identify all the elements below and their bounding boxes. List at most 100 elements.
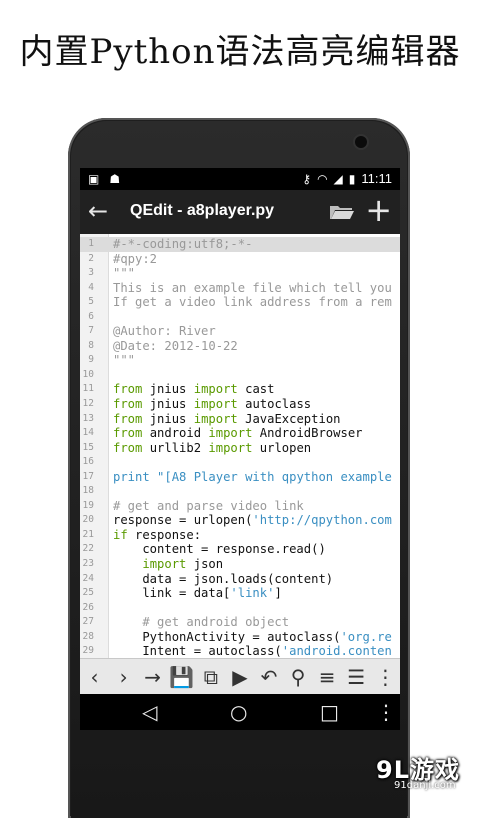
save-as-icon[interactable]: ⧉	[199, 665, 223, 689]
editor-toolbar: ‹ › → 💾 ⧉ ▶ ↶ ⚲ ≡ ☰ ⋮	[80, 658, 400, 695]
line-number: 28	[82, 630, 94, 642]
watermark-logo: 9L游戏 91danji.com	[372, 746, 472, 796]
code-text: """	[113, 266, 136, 281]
code-text: PythonActivity = autoclass('org.re	[113, 629, 392, 644]
code-text: from jnius import autoclass	[113, 397, 312, 412]
nav-home-icon[interactable]: ○	[230, 700, 247, 724]
line-number: 17	[82, 470, 94, 482]
code-text: content = response.read()	[113, 542, 326, 557]
code-line[interactable]: 14 from android import AndroidBrowser	[80, 426, 400, 441]
line-number: 23	[82, 558, 94, 570]
line-number: 26	[82, 601, 94, 613]
code-text: if response:	[113, 527, 202, 542]
save-icon[interactable]: 💾	[169, 665, 194, 689]
code-text: response = urlopen('http://qpython.com	[113, 513, 392, 528]
wifi-icon: ◠	[317, 172, 328, 186]
code-line[interactable]: 23 import json	[80, 557, 400, 572]
snippets-icon[interactable]: ☰	[344, 665, 368, 689]
undo-nav-left-icon[interactable]: ‹	[83, 665, 107, 689]
line-number: 6	[88, 310, 94, 322]
code-text: Intent = autoclass('android.conten	[113, 644, 392, 658]
line-number: 7	[88, 325, 94, 337]
code-line[interactable]: 17 print "[A8 Player with qpython example	[80, 470, 400, 485]
code-text: link = data['link']	[113, 586, 282, 601]
code-line[interactable]: 1 #-*-coding:utf8;-*-	[80, 237, 400, 252]
code-line[interactable]: 8 @Date: 2012-10-22	[80, 339, 400, 354]
line-number: 18	[82, 485, 94, 497]
code-line[interactable]: 11 from jnius import cast	[80, 382, 400, 397]
code-text: import json	[142, 557, 224, 572]
promo-title: 内置Python语法高亮编辑器	[19, 32, 461, 72]
code-text: #qpy:2	[113, 251, 158, 266]
code-line[interactable]: 20 response = urlopen('http://qpython.com	[80, 513, 400, 528]
code-line[interactable]: 4 This is an example file which tell you	[80, 281, 400, 296]
line-number: 15	[82, 441, 94, 453]
line-number: 2	[88, 252, 94, 264]
code-text: # get and parse video link	[113, 498, 304, 513]
line-number: 1	[88, 238, 94, 249]
code-line[interactable]: 13 from jnius import JavaException	[80, 412, 400, 427]
code-line[interactable]: 9 """	[80, 353, 400, 368]
undo-icon[interactable]: ↶	[257, 665, 281, 689]
run-icon[interactable]: ▶	[228, 665, 252, 689]
code-editor[interactable]: 1 #-*-coding:utf8;-*- 2 #qpy:2 3 """ 4 This is …	[80, 234, 400, 658]
code-line[interactable]: 22 content = response.read()	[80, 542, 400, 557]
nav-recents-icon[interactable]: □	[320, 700, 339, 724]
nav-right-icon[interactable]: ›	[112, 665, 136, 689]
nav-menu-icon[interactable]: ⋮	[376, 700, 396, 724]
code-text: If get a video link address from a rem	[113, 295, 392, 310]
status-bar: ▣ ☗ ⚷ ◠ ◢ ▮ 11:11	[80, 168, 400, 190]
code-line[interactable]: 16	[80, 455, 400, 470]
search-icon[interactable]: ⚲	[286, 665, 310, 689]
more-icon[interactable]: ⋮	[373, 665, 397, 689]
line-number: 13	[82, 412, 94, 424]
code-line[interactable]: 24 data = json.loads(content)	[80, 572, 400, 587]
line-number: 11	[82, 383, 94, 395]
code-lines: 1 #-*-coding:utf8;-*- 2 #qpy:2 3 """ 4 This is …	[80, 237, 400, 658]
line-number: 19	[82, 499, 94, 511]
code-text: from urllib2 import urlopen	[113, 440, 312, 455]
line-number: 10	[82, 368, 94, 380]
code-line[interactable]: 5 If get a video link address from a rem	[80, 295, 400, 310]
code-line[interactable]: 19 # get and parse video link	[80, 499, 400, 514]
line-number: 20	[82, 514, 94, 526]
battery-icon: ▮	[348, 172, 356, 186]
editor-title: QEdit - a8player.py	[130, 202, 275, 219]
back-arrow-icon[interactable]: ←	[88, 197, 108, 225]
status-clock: 11:11	[361, 171, 392, 186]
code-text: #-*-coding:utf8;-*-	[113, 237, 253, 251]
code-line[interactable]: 2 #qpy:2	[80, 252, 400, 267]
line-number: 9	[88, 354, 94, 366]
code-line[interactable]: 26	[80, 601, 400, 616]
code-line[interactable]: 28 PythonActivity = autoclass('org.re	[80, 630, 400, 645]
indent-icon[interactable]: ≡	[315, 665, 339, 689]
code-text: from jnius import JavaException	[113, 411, 341, 426]
code-line[interactable]: 6	[80, 310, 400, 325]
add-file-icon[interactable]: +	[365, 192, 392, 228]
code-line[interactable]: 25 link = data['link']	[80, 586, 400, 601]
image-notification-icon: ▣	[88, 172, 100, 186]
code-line[interactable]: 15 from urllib2 import urlopen	[80, 441, 400, 456]
code-line[interactable]: 3 """	[80, 266, 400, 281]
code-text: @Author: River	[113, 324, 216, 339]
line-number: 3	[88, 267, 94, 279]
code-line[interactable]: 10	[80, 368, 400, 383]
code-text: from android import AndroidBrowser	[113, 426, 363, 441]
folder-open-icon[interactable]	[329, 204, 355, 220]
signal-icon: ◢	[333, 172, 343, 186]
code-line[interactable]: 12 from jnius import autoclass	[80, 397, 400, 412]
goto-arrow-icon[interactable]: →	[141, 665, 165, 689]
code-line[interactable]: 7 @Author: River	[80, 324, 400, 339]
code-line[interactable]: 21 if response:	[80, 528, 400, 543]
line-number: 25	[82, 587, 94, 599]
code-text: @Date: 2012-10-22	[113, 338, 238, 353]
nav-back-icon[interactable]: ◁	[142, 700, 157, 724]
action-bar: ← QEdit - a8player.py +	[80, 190, 400, 234]
code-line[interactable]: 27 # get android object	[80, 615, 400, 630]
code-line[interactable]: 29 Intent = autoclass('android.conten	[80, 644, 400, 658]
code-text: print "[A8 Player with qpython example	[113, 469, 392, 484]
code-line[interactable]: 18	[80, 484, 400, 499]
code-text: # get android object	[142, 615, 290, 630]
line-number: 24	[82, 572, 94, 584]
phone-screen: ▣ ☗ ⚷ ◠ ◢ ▮ 11:11 ← QEdit - a8player.py …	[80, 168, 400, 730]
